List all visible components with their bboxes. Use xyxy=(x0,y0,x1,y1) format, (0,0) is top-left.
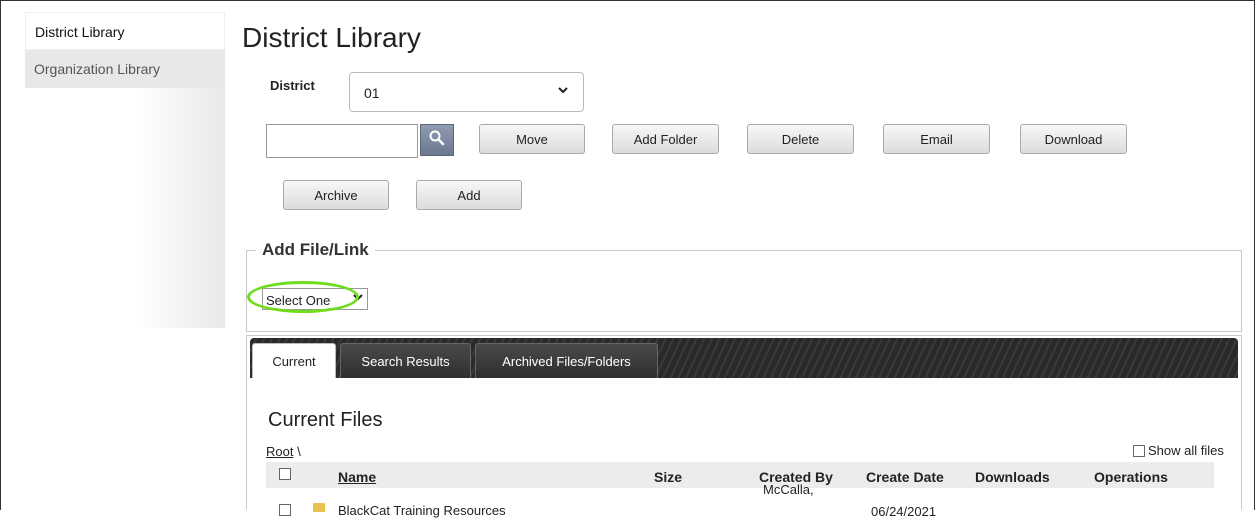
row-name[interactable]: BlackCat Training Resources xyxy=(338,503,506,518)
add-file-type-select[interactable]: Select One xyxy=(262,288,368,310)
district-select-value: 01 xyxy=(364,85,380,101)
archive-button[interactable]: Archive xyxy=(283,180,389,210)
folder-icon xyxy=(313,503,325,512)
column-header-size: Size xyxy=(654,469,683,485)
district-select[interactable]: 01 xyxy=(349,72,584,112)
row-create-date: 06/24/2021 xyxy=(871,504,937,519)
district-label: District xyxy=(270,78,315,93)
current-files-heading: Current Files xyxy=(268,409,383,431)
tab-search-results[interactable]: Search Results xyxy=(340,343,471,378)
add-folder-button[interactable]: Add Folder xyxy=(612,124,719,154)
add-button[interactable]: Add xyxy=(416,180,522,210)
add-file-type-value: Select One xyxy=(266,293,331,308)
sidebar-item-district-library[interactable]: District Library xyxy=(25,12,225,50)
tab-archived-files[interactable]: Archived Files/Folders xyxy=(475,343,658,378)
show-all-files-label: Show all files xyxy=(1148,443,1224,458)
breadcrumb: Root \ xyxy=(266,444,301,459)
sidebar-item-organization-library[interactable]: Organization Library xyxy=(25,50,225,88)
files-table-header: Name Size Created By Create Date Downloa… xyxy=(266,462,1214,488)
row-checkbox[interactable] xyxy=(279,504,291,516)
page-title: District Library xyxy=(242,22,421,53)
column-header-downloads: Downloads xyxy=(975,469,1050,485)
breadcrumb-separator: \ xyxy=(297,444,301,459)
select-all-checkbox[interactable] xyxy=(279,468,291,480)
chevron-down-icon xyxy=(353,290,363,305)
sidebar-item-label: Organization Library xyxy=(34,61,161,77)
column-header-create-date: Create Date xyxy=(866,469,944,485)
add-file-legend: Add File/Link xyxy=(256,240,375,260)
download-button[interactable]: Download xyxy=(1020,124,1127,154)
add-file-fieldset xyxy=(246,250,1242,332)
show-all-files-toggle[interactable]: Show all files xyxy=(1133,443,1224,458)
chevron-down-icon xyxy=(557,83,569,99)
tab-current[interactable]: Current xyxy=(252,343,336,378)
breadcrumb-root-link[interactable]: Root xyxy=(266,444,293,459)
sidebar-item-label: District Library xyxy=(35,24,125,40)
table-row[interactable]: BlackCat Training Resources McCalla, 06/… xyxy=(266,482,1214,519)
show-all-files-checkbox[interactable] xyxy=(1133,444,1145,457)
delete-button[interactable]: Delete xyxy=(747,124,854,154)
row-created-by: McCalla, xyxy=(763,482,814,497)
search-icon xyxy=(428,129,446,152)
move-button[interactable]: Move xyxy=(479,124,585,154)
column-header-name[interactable]: Name xyxy=(338,469,376,485)
sidebar-panel xyxy=(25,88,225,328)
column-header-operations: Operations xyxy=(1094,469,1168,485)
email-button[interactable]: Email xyxy=(883,124,990,154)
search-input[interactable] xyxy=(266,124,418,158)
search-button[interactable] xyxy=(420,124,454,156)
